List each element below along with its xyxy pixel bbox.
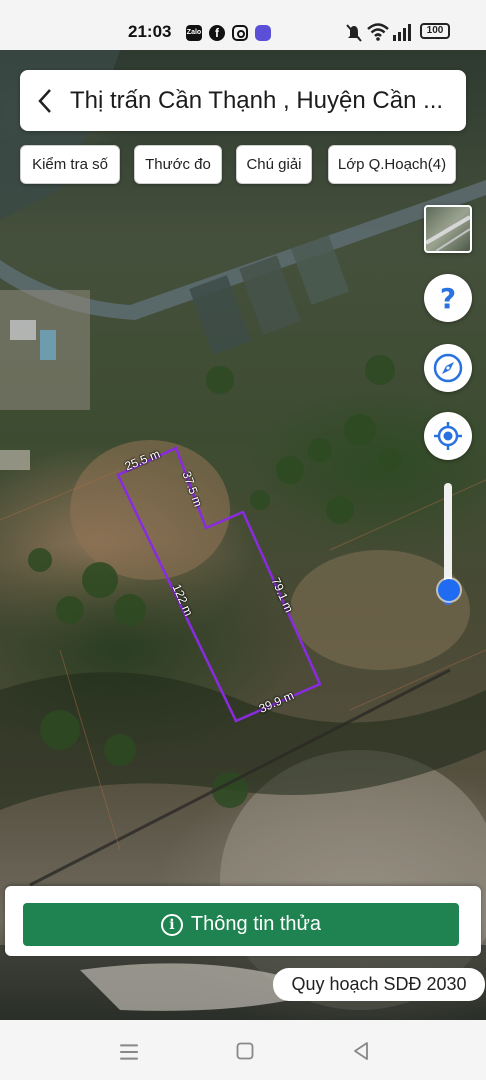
- layers-thumbnail[interactable]: [424, 205, 472, 253]
- back-button[interactable]: [20, 70, 70, 131]
- location-search-bar[interactable]: Thị trấn Cần Thạnh , Huyện Cần ...: [20, 70, 466, 131]
- back-nav-icon[interactable]: [350, 1041, 372, 1061]
- help-icon: ?: [439, 281, 457, 315]
- compass-button[interactable]: [424, 344, 472, 392]
- location-title[interactable]: Thị trấn Cần Thạnh , Huyện Cần ...: [70, 87, 460, 115]
- planning-badge[interactable]: Quy hoạch SDĐ 2030: [273, 968, 485, 1001]
- help-button[interactable]: ?: [424, 274, 472, 322]
- slider-handle[interactable]: [438, 579, 460, 601]
- status-bar: 21:03 Zalo f 100: [0, 0, 486, 50]
- system-nav-bar: [0, 1020, 486, 1080]
- bottom-panel: i Thông tin thửa: [5, 886, 481, 956]
- instagram-icon: [232, 25, 248, 41]
- parcel-info-label: Thông tin thửa: [190, 913, 322, 935]
- map-canvas: [0, 50, 486, 1020]
- clock: 21:03: [128, 22, 172, 41]
- signal-icon: [393, 24, 411, 41]
- my-location-icon: [434, 422, 462, 450]
- zalo-icon: Zalo: [186, 25, 202, 41]
- chip-planning-layers[interactable]: Lớp Q.Hoạch(4): [328, 145, 456, 184]
- layers-preview-icon: [426, 215, 470, 251]
- facebook-icon: f: [209, 25, 225, 41]
- my-location-button[interactable]: [424, 412, 472, 460]
- info-icon: i: [160, 913, 183, 936]
- chevron-left-icon: [38, 88, 51, 113]
- compass-icon: [433, 353, 463, 383]
- chip-legend[interactable]: Chú giải: [236, 145, 312, 184]
- mute-icon: [346, 24, 362, 42]
- wifi-icon: [367, 23, 389, 41]
- battery-icon: 100: [420, 23, 450, 39]
- parcel-info-button[interactable]: i Thông tin thửa: [23, 903, 459, 946]
- chip-check-number[interactable]: Kiểm tra số: [20, 145, 120, 184]
- satellite-map[interactable]: 25.5 m 37.5 m 122 m 79.1 m 39.9 m: [0, 50, 486, 1020]
- menu-icon[interactable]: [118, 1042, 140, 1062]
- chip-measure[interactable]: Thước đo: [134, 145, 222, 184]
- cloud-app-icon: [255, 25, 271, 41]
- home-icon[interactable]: [234, 1041, 256, 1061]
